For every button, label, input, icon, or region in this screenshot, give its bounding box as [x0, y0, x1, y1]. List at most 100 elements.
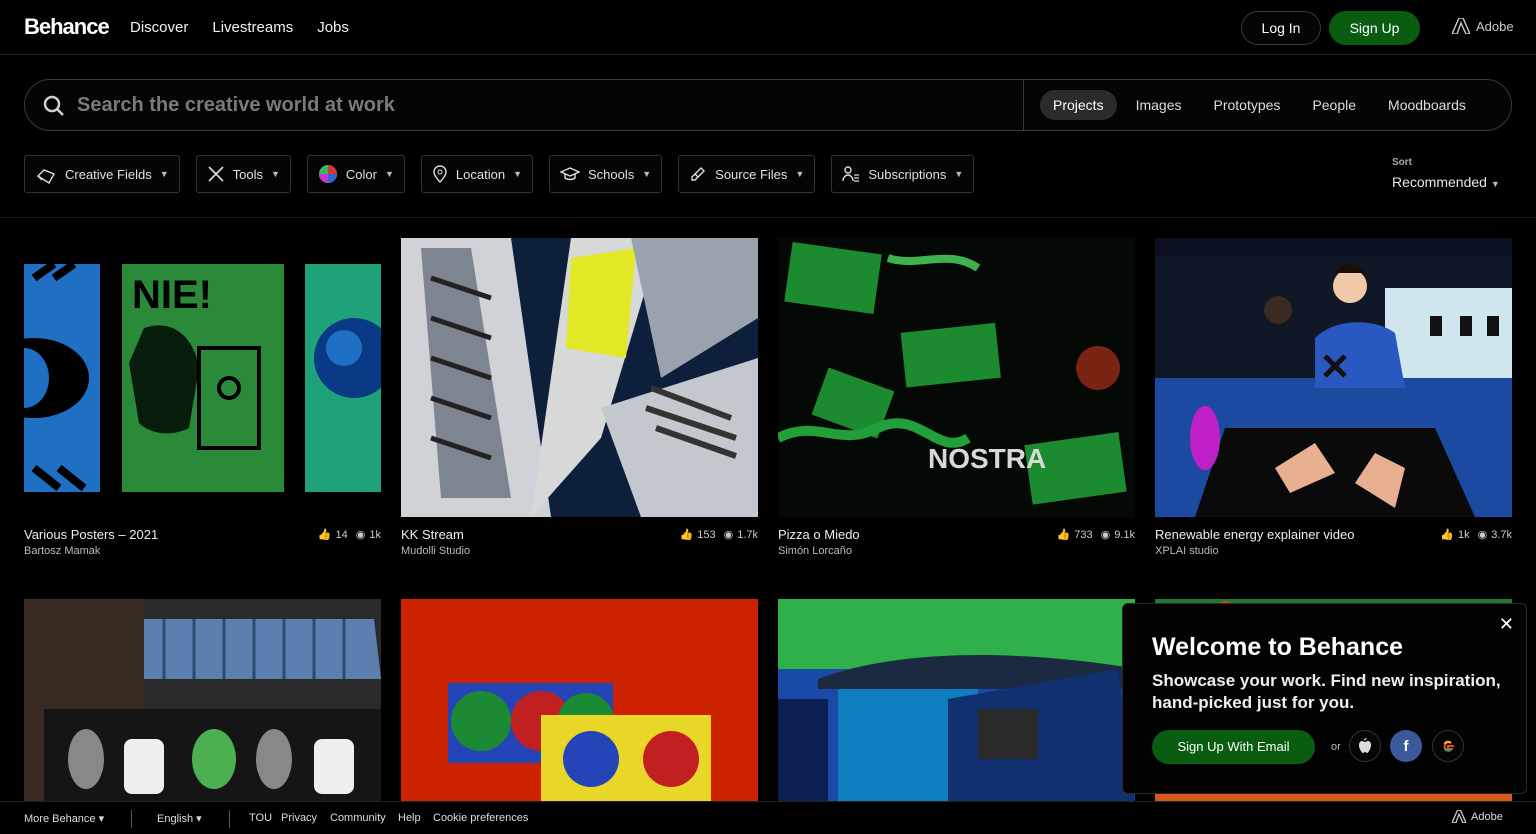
- filter-label: Creative Fields: [65, 166, 152, 182]
- project-title[interactable]: Renewable energy explainer video: [1155, 527, 1354, 542]
- tab-people[interactable]: People: [1299, 90, 1369, 120]
- illustration-image: [1155, 238, 1512, 517]
- project-stats: 👍 153 ◉ 1.7k: [680, 528, 758, 542]
- signup-with-email-button[interactable]: Sign Up With Email: [1152, 730, 1315, 764]
- sort-dropdown[interactable]: Sort Recommended ▼: [1392, 157, 1500, 190]
- behance-logo[interactable]: Behance: [24, 14, 110, 40]
- abstract-render-image: [401, 238, 758, 517]
- project-meta: KK Stream Mudolli Studio 👍 153 ◉ 1.7k: [401, 527, 758, 567]
- project-owner[interactable]: Mudolli Studio: [401, 545, 470, 557]
- filter-source-files[interactable]: Source Files ▼: [678, 155, 816, 193]
- tab-moodboards[interactable]: Moodboards: [1375, 90, 1479, 120]
- filter-label: Source Files: [715, 166, 788, 182]
- search-bar: Projects Images Prototypes People Moodbo…: [24, 79, 1512, 131]
- project-card[interactable]: [24, 599, 381, 801]
- nav-livestreams[interactable]: Livestreams: [212, 19, 293, 36]
- chevron-down-icon: ▼: [642, 169, 652, 179]
- eye-icon: ◉: [1100, 529, 1111, 541]
- nav-discover[interactable]: Discover: [130, 19, 188, 36]
- project-title[interactable]: Pizza o Miedo: [778, 527, 860, 542]
- svg-text:NIE!: NIE!: [132, 273, 212, 317]
- footer-divider: [229, 810, 230, 828]
- welcome-title: Welcome to Behance: [1152, 633, 1404, 661]
- footer-link-privacy[interactable]: Privacy: [281, 812, 317, 824]
- eye-icon: ◉: [1477, 529, 1488, 541]
- login-button[interactable]: Log In: [1241, 11, 1321, 45]
- source-files-icon: [691, 167, 706, 181]
- language-selector[interactable]: English ▾: [157, 812, 202, 825]
- views-count: 1.7k: [737, 528, 758, 541]
- project-card[interactable]: Renewable energy explainer video XPLAI s…: [1155, 238, 1512, 567]
- project-title[interactable]: KK Stream: [401, 527, 464, 542]
- facebook-signin-button[interactable]: f: [1390, 730, 1422, 762]
- filter-location[interactable]: Location ▼: [420, 155, 533, 193]
- likes-stat: 👍 153: [680, 528, 716, 542]
- tab-images[interactable]: Images: [1123, 90, 1195, 120]
- project-card[interactable]: [401, 599, 758, 801]
- project-stats: 👍 14 ◉ 1k: [318, 528, 381, 542]
- filter-subscriptions[interactable]: Subscriptions ▼: [831, 155, 975, 193]
- more-behance-menu[interactable]: More Behance ▾: [24, 812, 104, 825]
- filter-schools[interactable]: Schools ▼: [548, 155, 663, 193]
- likes-count: 14: [335, 528, 348, 541]
- project-card[interactable]: [778, 599, 1135, 801]
- project-stats: 👍 733 ◉ 9.1k: [1057, 528, 1135, 542]
- facebook-icon: f: [1403, 737, 1409, 755]
- project-stats: 👍 1k ◉ 3.7k: [1440, 528, 1512, 542]
- adobe-link[interactable]: Adobe: [1452, 18, 1514, 34]
- project-card[interactable]: KK Stream Mudolli Studio 👍 153 ◉ 1.7k: [401, 238, 758, 567]
- footer-link-community[interactable]: Community: [330, 812, 386, 824]
- footer-divider: [131, 810, 132, 828]
- project-owner[interactable]: Simón Lorcaño: [778, 545, 852, 557]
- filter-label: Color: [345, 166, 377, 182]
- eye-icon: ◉: [723, 529, 734, 541]
- project-title[interactable]: Various Posters – 2021: [24, 527, 158, 542]
- filter-tools[interactable]: Tools ▼: [195, 155, 291, 193]
- likes-stat: 👍 733: [1057, 528, 1093, 542]
- close-icon[interactable]: ✕: [1499, 614, 1514, 635]
- project-thumbnail[interactable]: [1155, 238, 1512, 517]
- project-thumbnail[interactable]: NIE!: [24, 238, 381, 517]
- filter-color[interactable]: Color ▼: [306, 155, 405, 193]
- chevron-down-icon: ▼: [954, 169, 964, 179]
- project-meta: Pizza o Miedo Simón Lorcaño 👍 733 ◉ 9.1k: [778, 527, 1135, 567]
- project-card[interactable]: NOSTRA Pizza o Miedo Simón Lorcaño 👍 733 …: [778, 238, 1135, 567]
- adobe-footer-label: Adobe: [1471, 810, 1503, 823]
- likes-count: 1k: [1457, 528, 1470, 541]
- likes-count: 153: [697, 528, 716, 541]
- adobe-footer-link[interactable]: Adobe: [1452, 810, 1503, 823]
- views-count: 9.1k: [1114, 528, 1135, 541]
- subscriptions-icon: [842, 166, 860, 182]
- project-meta: Renewable energy explainer video XPLAI s…: [1155, 527, 1512, 567]
- apple-signin-button[interactable]: [1349, 730, 1381, 762]
- project-card[interactable]: NIE! Various Posters – 2021 Bartosz Mama…: [24, 238, 381, 567]
- views-stat: ◉ 1k: [356, 528, 381, 542]
- filter-label: Location: [455, 166, 506, 182]
- welcome-text: Showcase your work. Find new inspiration…: [1152, 671, 1501, 712]
- top-nav: Behance Discover Livestreams Jobs Log In…: [0, 0, 1536, 55]
- google-signin-button[interactable]: [1432, 730, 1464, 762]
- project-owner[interactable]: Bartosz Mamak: [24, 545, 100, 557]
- footer-link-cookies[interactable]: Cookie preferences: [433, 812, 528, 824]
- exhibition-image: [24, 599, 381, 801]
- thumbs-up-icon: 👍: [1440, 529, 1454, 541]
- footer-link-help[interactable]: Help: [398, 812, 421, 824]
- chevron-down-icon: ▼: [384, 169, 394, 179]
- adobe-icon: [1452, 18, 1470, 34]
- views-stat: ◉ 9.1k: [1100, 528, 1135, 542]
- sort-value: Recommended ▼: [1392, 174, 1500, 190]
- signup-button[interactable]: Sign Up: [1329, 11, 1420, 45]
- creative-fields-icon: [36, 169, 55, 184]
- filter-creative-fields[interactable]: Creative Fields ▼: [24, 155, 180, 193]
- project-thumbnail[interactable]: [401, 238, 758, 517]
- nav-jobs[interactable]: Jobs: [317, 19, 349, 36]
- tab-projects[interactable]: Projects: [1040, 90, 1117, 120]
- project-thumbnail[interactable]: [778, 599, 1135, 801]
- project-owner[interactable]: XPLAI studio: [1155, 545, 1219, 557]
- search-input[interactable]: [77, 90, 1007, 120]
- project-thumbnail[interactable]: NOSTRA: [778, 238, 1135, 517]
- project-thumbnail[interactable]: [24, 599, 381, 801]
- footer-link-tou[interactable]: TOU: [249, 812, 272, 824]
- project-thumbnail[interactable]: [401, 599, 758, 801]
- tab-prototypes[interactable]: Prototypes: [1201, 90, 1294, 120]
